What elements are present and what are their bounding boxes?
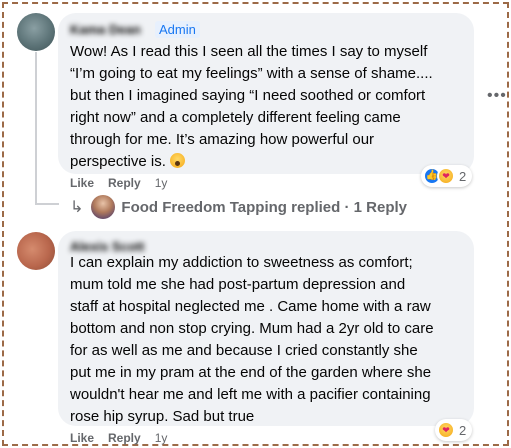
comment-author-name[interactable]: Kama Dean [70,22,141,37]
comment-line-text: perspective is. [70,153,166,170]
comment-line: but then I imagined saying “I need sooth… [70,87,426,104]
comment-line: “I’m going to eat my feelings” with a se… [70,65,433,82]
reactions-summary[interactable]: 👍 ❤ 2 [421,165,473,187]
comment-line: wouldn't hear me and left me with a paci… [70,386,431,403]
more-options-icon[interactable]: ••• [487,88,507,104]
comment-line: mum told me she had post-partum depressi… [70,276,406,293]
avatar[interactable] [17,232,55,270]
comment-line: bottom and non stop crying. Mum had a 2y… [70,320,434,337]
comment-text: Wow! As I read this I seen all the times… [70,41,433,173]
comment-line: rose hip syrup. Sad but true [70,408,255,425]
replier-avatar [91,195,116,219]
reaction-count: 2 [459,422,467,438]
comment-actions: Like Reply 1y [70,176,181,190]
comment-line: Wow! As I read this I seen all the times… [70,43,428,60]
comment-line: right now” and a completely different fe… [70,109,401,126]
comment-line-last: perspective is. [70,151,433,173]
comment-bubble: Alexis Scott I can explain my addiction … [58,231,474,426]
comment-line: staff at hospital neglected me . Came ho… [70,298,431,315]
care-icon: ❤ [437,421,455,439]
comment-line: put me in my pram at the end of the gard… [70,364,432,381]
like-button[interactable]: Like [70,176,94,190]
wow-emoji-icon [169,153,185,168]
avatar[interactable] [17,13,55,51]
comment-line: I can explain my addiction to sweetness … [70,254,413,271]
thread-line-branch [35,203,59,205]
replies-text[interactable]: Food Freedom Tapping replied · 1 Reply [121,199,407,216]
screenshot-frame: Kama Dean Admin Wow! As I read this I se… [2,2,509,446]
reply-arrow-icon: ↳ [70,199,84,216]
view-replies-link[interactable]: ↳ Food Freedom Tapping replied · 1 Reply [70,195,407,219]
care-icon: ❤ [437,167,455,185]
comment-actions: Like Reply 1y [70,431,181,445]
reaction-count: 2 [459,168,467,184]
reactions-summary[interactable]: ❤ 2 [435,419,473,441]
comment-timestamp[interactable]: 1y [155,431,168,445]
admin-badge: Admin [155,21,200,38]
reply-button[interactable]: Reply [108,176,141,190]
comment-line: through for me. It’s amazing how powerfu… [70,131,375,148]
like-button[interactable]: Like [70,431,94,445]
comment-bubble: Kama Dean Admin Wow! As I read this I se… [58,13,474,174]
comment-timestamp[interactable]: 1y [155,176,168,190]
comment-text: I can explain my addiction to sweetness … [70,252,434,428]
thread-line [35,52,37,204]
comment-line: for as well as me and because I cried co… [70,342,418,359]
reply-button[interactable]: Reply [108,431,141,445]
